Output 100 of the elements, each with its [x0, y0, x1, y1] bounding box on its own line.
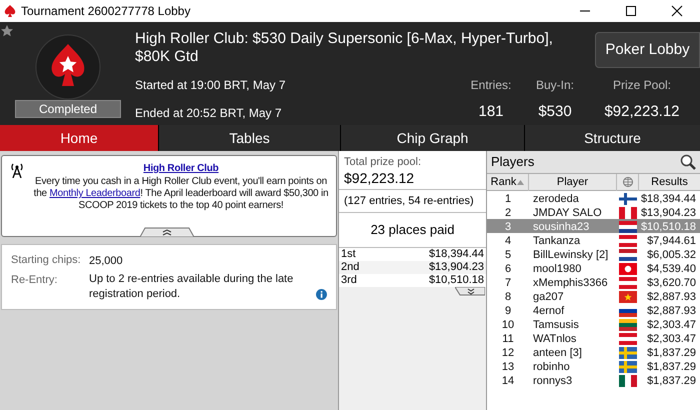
- end-time: Ended at 20:52 BRT, May 7: [135, 105, 283, 122]
- player-name: 4ernof: [532, 304, 566, 319]
- rank-cell-text: 4: [504, 234, 512, 249]
- column-header[interactable]: Results: [639, 174, 700, 190]
- stat-label: Prize Pool:: [612, 77, 672, 94]
- leaderboard-link[interactable]: Monthly Leaderboard: [50, 188, 140, 199]
- lobby-button[interactable]: Poker Lobby: [595, 32, 700, 68]
- spade-icon: [4, 5, 16, 17]
- expand-icon[interactable]: [455, 287, 485, 296]
- player-name: sousinha23: [532, 220, 590, 235]
- result-cell-text: $7,944.61: [646, 234, 697, 249]
- stat-label: Buy-In:: [536, 77, 574, 94]
- rank-cell-text: 3: [504, 220, 512, 235]
- flag-icon: [619, 249, 637, 262]
- window-title: Tournament 2600277778 Lobby: [21, 3, 190, 20]
- logo-icon: [35, 34, 101, 100]
- result-cell-text: $18,394.44: [640, 192, 697, 207]
- rank-cell-text: 12: [500, 346, 516, 361]
- amount-cell-text: $18,394.44: [428, 247, 484, 262]
- player-name: ga207: [532, 290, 565, 305]
- rank-cell-text: 2: [504, 206, 512, 221]
- player-name: anteen [3]: [532, 346, 583, 361]
- flag-icon: [619, 319, 637, 332]
- player-name: robinho: [532, 360, 571, 375]
- result-cell-text: $1,837.29: [646, 360, 697, 375]
- result-cell-text: $4,539.40: [646, 262, 697, 277]
- rank-cell-text: 9: [504, 304, 512, 319]
- prize-pool-label: Total prize pool:: [344, 155, 422, 170]
- rank-cell-text: 11: [501, 332, 515, 347]
- player-name: Tamsusis: [532, 318, 580, 333]
- stat-value: 181: [478, 102, 504, 122]
- stat-value: $92,223.12: [604, 102, 680, 122]
- info-label: Re-Entry:: [11, 272, 58, 288]
- amount-cell-text: $10,510.18: [428, 273, 484, 288]
- flag-icon: [619, 361, 637, 374]
- flag-icon: [619, 291, 637, 304]
- rank-cell-text: 5: [504, 248, 512, 263]
- player-name: Tankanza: [532, 234, 582, 249]
- place-cell-text: 3rd: [341, 273, 357, 288]
- rank-cell-text: 6: [504, 262, 512, 277]
- news-text: Every time you cash in a High Roller Club event, you'll earn points on the Monthly Leaderboard! The April leaderboard will award $50,300 in SCOOP 2019 tickets to the top 40 point earners!: [32, 176, 330, 212]
- amount-cell-text: $13,904.23: [428, 260, 484, 274]
- player-name: ronnys3: [532, 374, 574, 389]
- stat-value: $530: [538, 102, 572, 122]
- player-name: WATnlos: [532, 332, 578, 347]
- info-label: Starting chips:: [11, 253, 82, 268]
- player-name: JMDAY SALO: [532, 206, 603, 221]
- result-cell-text: $13,904.23: [640, 206, 697, 221]
- news-title-link[interactable]: High Roller Club: [143, 163, 219, 175]
- flag-icon: [619, 235, 637, 248]
- globe-icon[interactable]: [622, 177, 632, 188]
- column-header[interactable]: Rank: [487, 174, 529, 190]
- tournament-title: High Roller Club: $530 Daily Supersonic [6-Max, Hyper-Turbo], $80K Gtd: [135, 30, 554, 66]
- search-icon[interactable]: [680, 154, 696, 170]
- collapse-icon[interactable]: [140, 227, 194, 237]
- status-banner: Completed: [15, 100, 121, 118]
- flag-icon: [619, 207, 637, 220]
- rank-cell-text: 10: [500, 318, 516, 333]
- place-cell-text: 2nd: [341, 260, 360, 275]
- flag-icon: [619, 277, 637, 290]
- star-icon[interactable]: [1, 25, 13, 37]
- start-time: Started at 19:00 BRT, May 7: [135, 77, 287, 94]
- flag-icon: [619, 347, 637, 360]
- rank-cell-text: 7: [504, 276, 512, 291]
- player-name: xMemphis3366: [532, 276, 609, 291]
- stat-label: Entries:: [470, 77, 512, 94]
- flag-icon: [619, 263, 637, 276]
- info-value: 25,000: [89, 254, 124, 268]
- result-cell-text: $6,005.32: [646, 248, 697, 263]
- result-cell-text: $2,303.47: [646, 332, 697, 347]
- sort-icon: [517, 180, 524, 185]
- players-title: Players: [491, 153, 534, 172]
- rank-cell-text: 13: [500, 360, 516, 375]
- place-cell-text: 1st: [341, 247, 356, 262]
- rank-cell-text: 8: [504, 290, 512, 305]
- info-icon[interactable]: [316, 288, 327, 300]
- player-name: zerodeda: [532, 192, 580, 207]
- tab[interactable]: Structure: [525, 125, 700, 151]
- result-cell-text: $3,620.70: [646, 276, 697, 291]
- player-name: BillLewinsky [2]: [532, 248, 610, 263]
- column-header[interactable]: Player: [529, 174, 617, 190]
- tab[interactable]: Chip Graph: [341, 125, 524, 151]
- result-cell-text: $10,510.18: [640, 220, 697, 235]
- result-cell-text: $2,303.47: [646, 318, 697, 333]
- tab[interactable]: Home: [0, 125, 158, 151]
- result-cell-text: $1,837.29: [646, 346, 697, 361]
- rank-cell-text: 14: [500, 374, 516, 389]
- tab[interactable]: Tables: [159, 125, 340, 151]
- result-cell-text: $2,887.93: [646, 290, 697, 305]
- result-cell-text: $2,887.93: [646, 304, 697, 319]
- flag-icon: [619, 221, 637, 234]
- prize-pool-value: $92,223.12: [344, 170, 416, 186]
- player-name: mool1980: [532, 262, 582, 277]
- flag-icon: [619, 333, 637, 346]
- rank-cell-text: 1: [504, 192, 512, 207]
- flag-icon: [619, 375, 637, 388]
- info-value: Up to 2 re-entries available during the late registration period.: [89, 272, 294, 302]
- antenna-icon: [10, 162, 24, 178]
- flag-icon: [619, 193, 637, 206]
- result-cell-text: $1,837.29: [646, 374, 697, 389]
